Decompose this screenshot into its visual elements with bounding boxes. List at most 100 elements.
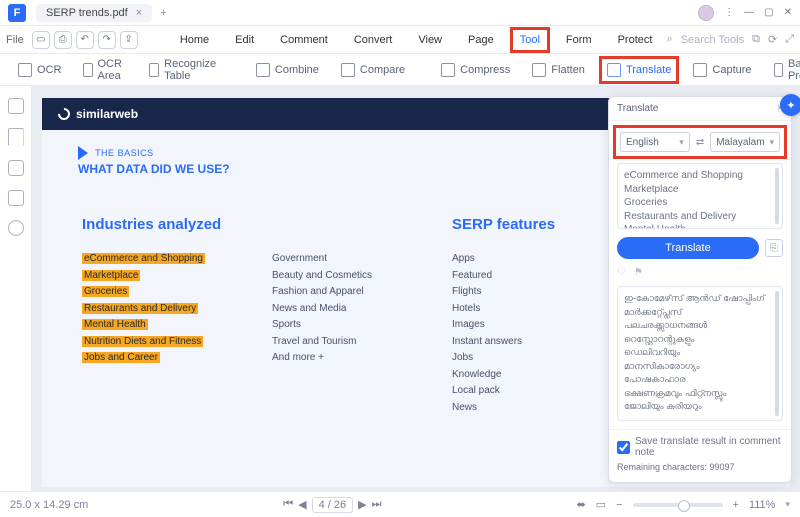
ocr-area-icon — [83, 63, 92, 77]
close-window-icon[interactable]: ✕ — [784, 7, 792, 18]
save-result-label: Save translate result in comment note — [635, 436, 783, 458]
menu-comment[interactable]: Comment — [274, 31, 334, 49]
menu-view[interactable]: View — [412, 31, 448, 49]
close-icon[interactable]: × — [136, 7, 142, 19]
refresh-icon[interactable]: ⟳ — [768, 33, 777, 46]
first-page-icon[interactable]: ⏮ — [283, 498, 293, 511]
expand-icon[interactable]: ⤢ — [785, 33, 794, 46]
ocr-area-button[interactable]: OCR Area — [79, 55, 130, 85]
search-panel-icon[interactable] — [8, 220, 24, 236]
list-item: Jobs — [452, 350, 582, 367]
comment-icon[interactable] — [8, 160, 24, 176]
redo-icon[interactable]: ↷ — [98, 31, 116, 49]
heading-serp: SERP features — [452, 216, 582, 233]
open-external-icon[interactable]: ⧉ — [752, 33, 760, 46]
zoom-in-icon[interactable]: + — [733, 499, 739, 511]
app-logo: F — [8, 4, 26, 22]
fit-page-icon[interactable]: ▭ — [596, 498, 606, 511]
copy-icon[interactable]: ⎘ — [765, 239, 783, 257]
list-item: And more + — [272, 350, 412, 367]
chevron-down-icon: ▾ — [679, 137, 684, 148]
col-industries-2: . GovernmentBeauty and CosmeticsFashion … — [272, 216, 412, 416]
add-tab-button[interactable]: + — [160, 7, 166, 19]
zoom-slider[interactable] — [633, 503, 723, 507]
list-item: Beauty and Cosmetics — [272, 268, 412, 285]
target-text: ഇ-കോമേഴ്‌സ് ആൻഡ് ഷോപ്പിംഗ് മാർക്കറ്റ്പ്ല… — [624, 292, 770, 414]
menu-page[interactable]: Page — [462, 31, 500, 49]
thumbnails-icon[interactable] — [8, 98, 24, 114]
prev-page-icon[interactable]: ◀ — [298, 498, 306, 511]
menu-convert[interactable]: Convert — [348, 31, 399, 49]
last-page-icon[interactable]: ⏭ — [372, 498, 382, 511]
feedback-icon[interactable]: ⚑ — [634, 267, 643, 278]
search-icon: ⌕ — [667, 33, 673, 46]
attachment-icon[interactable] — [8, 190, 24, 206]
save-result-checkbox[interactable]: Save translate result in comment note — [617, 436, 783, 458]
undo-icon[interactable]: ↶ — [76, 31, 94, 49]
ocr-button[interactable]: OCR — [14, 60, 65, 80]
list-item: Hotels — [452, 301, 582, 318]
scrollbar[interactable] — [775, 168, 779, 224]
page-input[interactable]: 4 / 26 — [312, 497, 354, 513]
bookmark-icon[interactable] — [8, 128, 24, 146]
compress-button[interactable]: Compress — [437, 60, 514, 80]
table-icon — [149, 63, 159, 77]
title-bar: F SERP trends.pdf × + ⋮ — ▢ ✕ — [0, 0, 800, 26]
swap-icon[interactable]: ⇄ — [696, 137, 704, 148]
zoom-out-icon[interactable]: − — [616, 499, 622, 511]
source-text-box[interactable]: eCommerce and Shopping Marketplace Groce… — [617, 163, 783, 229]
list-item: Local pack — [452, 383, 582, 400]
minimize-icon[interactable]: — — [744, 7, 754, 18]
status-bar: 25.0 x 14.29 cm ⏮ ◀ 4 / 26 ▶ ⏭ ⬌ ▭ − + 1… — [0, 491, 800, 517]
assistant-badge[interactable]: ✦ — [780, 94, 800, 116]
search-tools-input[interactable]: Search Tools — [681, 34, 744, 46]
combine-button[interactable]: Combine — [252, 60, 323, 80]
flatten-button[interactable]: Flatten — [528, 60, 589, 80]
col-industries: Industries analyzed eCommerce and Shoppi… — [82, 216, 232, 416]
next-page-icon[interactable]: ▶ — [358, 498, 366, 511]
list-item: Flights — [452, 284, 582, 301]
target-text-box[interactable]: ഇ-കോമേഴ്‌സ് ആൻഡ് ഷോപ്പിംഗ് മാർക്കറ്റ്പ്ല… — [617, 286, 783, 421]
recognize-table-button[interactable]: Recognize Table — [145, 55, 224, 85]
batch-icon — [774, 63, 783, 77]
source-lang-select[interactable]: English▾ — [620, 132, 690, 152]
kebab-icon[interactable]: ⋮ — [724, 7, 734, 18]
list-item: Sports — [272, 317, 412, 334]
save-icon[interactable]: ▭ — [32, 31, 50, 49]
combine-icon — [256, 63, 270, 77]
translate-panel-title: Translate — [617, 103, 658, 114]
arrow-icon — [78, 146, 88, 160]
avatar[interactable] — [698, 5, 714, 21]
fit-width-icon[interactable]: ⬌ — [576, 498, 585, 511]
print-icon[interactable]: ⎙ — [54, 31, 72, 49]
target-lang-select[interactable]: Malayalam▾ — [710, 132, 780, 152]
translate-action-button[interactable]: Translate — [617, 237, 759, 259]
remaining-chars: Remaining characters: 99097 — [617, 462, 783, 472]
thumbs-icon[interactable]: ♡ — [617, 267, 626, 278]
basics-tag: THE BASICS — [95, 148, 154, 158]
list-item: Images — [452, 317, 582, 334]
scrollbar[interactable] — [775, 291, 779, 416]
quick-access: ▭ ⎙ ↶ ↷ ⇪ — [32, 31, 138, 49]
menu-edit[interactable]: Edit — [229, 31, 260, 49]
document-tab[interactable]: SERP trends.pdf × — [36, 4, 152, 22]
maximize-icon[interactable]: ▢ — [764, 7, 773, 18]
list-item: Mental Health — [82, 317, 232, 334]
menu-tool[interactable]: Tool — [514, 31, 546, 49]
batch-process-button[interactable]: Batch Process — [770, 55, 800, 85]
menu-protect[interactable]: Protect — [612, 31, 659, 49]
chevron-down-icon[interactable]: ▾ — [785, 499, 790, 510]
capture-button[interactable]: Capture — [689, 60, 755, 80]
share-icon[interactable]: ⇪ — [120, 31, 138, 49]
file-menu[interactable]: File — [6, 34, 24, 46]
menu-form[interactable]: Form — [560, 31, 598, 49]
list-item: Marketplace — [82, 268, 232, 285]
translate-button[interactable]: Translate — [603, 60, 675, 80]
save-result-input[interactable] — [617, 441, 630, 454]
compare-button[interactable]: Compare — [337, 60, 409, 80]
compare-icon — [341, 63, 355, 77]
left-rail — [0, 86, 32, 491]
toolbar: OCR OCR Area Recognize Table Combine Com… — [0, 54, 800, 86]
menu-home[interactable]: Home — [174, 31, 215, 49]
tab-title: SERP trends.pdf — [46, 7, 128, 19]
